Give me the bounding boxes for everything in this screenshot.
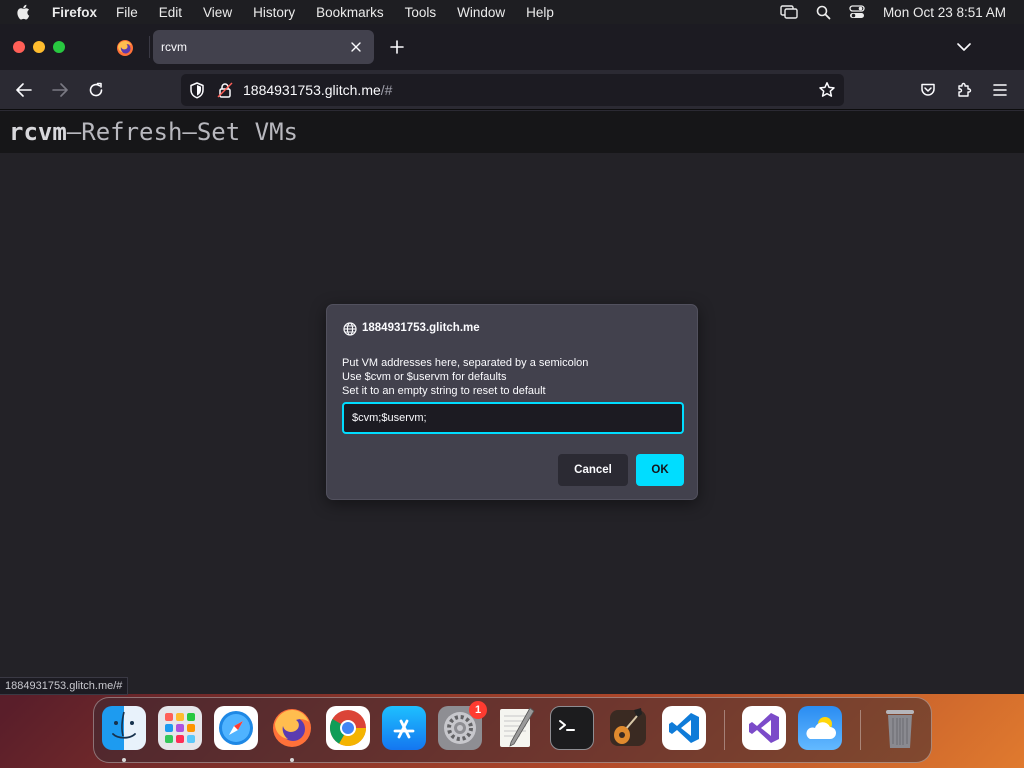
menu-bar: Firefox File Edit View History Bookmarks… — [0, 0, 1024, 24]
header-separator: – — [182, 118, 197, 146]
pinned-tab-firefox[interactable] — [114, 37, 136, 59]
menu-view[interactable]: View — [203, 5, 232, 20]
dock-weather-icon[interactable] — [798, 706, 842, 750]
dock-divider — [860, 710, 861, 750]
extensions-button[interactable] — [954, 80, 974, 100]
menu-help[interactable]: Help — [526, 5, 554, 20]
tab-strip: rcvm — [0, 24, 1024, 70]
chevron-down-icon — [957, 42, 971, 51]
list-all-tabs-button[interactable] — [955, 38, 973, 56]
zoom-window-button[interactable] — [53, 41, 65, 53]
minimize-window-button[interactable] — [33, 41, 45, 53]
link-status-url: 1884931753.glitch.me/# — [0, 677, 129, 695]
menu-edit[interactable]: Edit — [159, 5, 182, 20]
dock-visual-studio-icon[interactable] — [742, 706, 786, 750]
tab-separator — [149, 36, 150, 58]
dock-launchpad-icon[interactable] — [158, 706, 202, 750]
header-separator: – — [66, 118, 82, 146]
tracking-protection-shield-icon[interactable] — [189, 82, 205, 104]
dialog-message-line: Use $cvm or $uservm for defaults — [342, 371, 507, 383]
dock-app-store-icon[interactable] — [382, 706, 426, 750]
dock-textedit-icon[interactable] — [494, 706, 538, 750]
hamburger-menu-icon — [993, 84, 1007, 96]
menu-app-name[interactable]: Firefox — [52, 5, 97, 20]
menu-bookmarks[interactable]: Bookmarks — [316, 5, 384, 20]
spotlight-search-icon[interactable] — [816, 5, 831, 20]
back-button[interactable] — [14, 80, 34, 100]
settings-notification-badge: 1 — [469, 701, 487, 719]
plus-icon — [390, 40, 404, 54]
menu-file[interactable]: File — [116, 5, 138, 20]
dock-divider — [724, 710, 725, 750]
dialog-message-line: Put VM addresses here, separated by a se… — [342, 357, 589, 369]
set-vms-link[interactable]: Set VMs — [197, 118, 298, 146]
dialog-message-line: Set it to an empty string to reset to de… — [342, 385, 546, 397]
menu-history[interactable]: History — [253, 5, 295, 20]
menu-window[interactable]: Window — [457, 5, 505, 20]
dock-chrome-icon[interactable] — [326, 706, 370, 750]
page-title: rcvm — [9, 118, 67, 146]
nav-bar: 1884931753.glitch.me/# — [0, 70, 1024, 110]
new-tab-button[interactable] — [387, 37, 407, 57]
dock-firefox-icon[interactable] — [270, 706, 314, 750]
dock-safari-icon[interactable] — [214, 706, 258, 750]
tab-title: rcvm — [161, 40, 187, 54]
dock-garageband-icon[interactable] — [606, 706, 650, 750]
app-menu-button[interactable] — [990, 80, 1010, 100]
close-tab-icon[interactable] — [348, 39, 364, 55]
dock-running-indicator — [290, 758, 294, 762]
dock-vscode-icon[interactable] — [662, 706, 706, 750]
close-window-button[interactable] — [13, 41, 25, 53]
screen-mirroring-icon[interactable] — [780, 5, 798, 19]
url-text[interactable]: 1884931753.glitch.me/# — [243, 82, 392, 98]
menu-tools[interactable]: Tools — [405, 5, 437, 20]
cancel-button[interactable]: Cancel — [558, 454, 628, 486]
dialog-message: Put VM addresses here, separated by a se… — [342, 356, 588, 398]
tab-rcvm[interactable]: rcvm — [153, 30, 374, 64]
dock-finder-icon[interactable] — [102, 706, 146, 750]
vm-addresses-input[interactable] — [342, 402, 684, 434]
globe-icon — [343, 322, 357, 341]
url-bar[interactable]: 1884931753.glitch.me/# — [181, 74, 844, 106]
dock-running-indicator — [122, 758, 126, 762]
url-path: /# — [380, 82, 393, 98]
pocket-icon — [921, 83, 935, 96]
menubar-clock[interactable]: Mon Oct 23 8:51 AM — [883, 5, 1006, 20]
dock-trash-icon[interactable] — [878, 706, 922, 750]
puzzle-piece-icon — [958, 82, 972, 97]
control-center-icon[interactable] — [849, 5, 865, 19]
bookmark-star-icon[interactable] — [818, 81, 836, 104]
url-host: 1884931753.glitch.me — [243, 82, 381, 98]
dock-terminal-icon[interactable] — [550, 706, 594, 750]
reload-button[interactable] — [86, 80, 106, 100]
dialog-host: 1884931753.glitch.me — [362, 322, 480, 334]
firefox-icon — [117, 40, 133, 56]
forward-button[interactable] — [50, 80, 70, 100]
apple-menu-icon[interactable] — [16, 4, 38, 20]
dock: 1 — [93, 697, 932, 763]
site-info-lock-icon[interactable] — [217, 82, 233, 103]
reload-icon — [89, 82, 103, 97]
arrow-left-icon — [16, 83, 32, 97]
refresh-link[interactable]: Refresh — [81, 118, 182, 146]
prompt-dialog: 1884931753.glitch.me Put VM addresses he… — [326, 304, 698, 500]
arrow-right-icon — [52, 83, 68, 97]
page-header: rcvm – Refresh – Set VMs — [0, 111, 1024, 153]
pocket-button[interactable] — [918, 80, 938, 100]
ok-button[interactable]: OK — [636, 454, 684, 486]
